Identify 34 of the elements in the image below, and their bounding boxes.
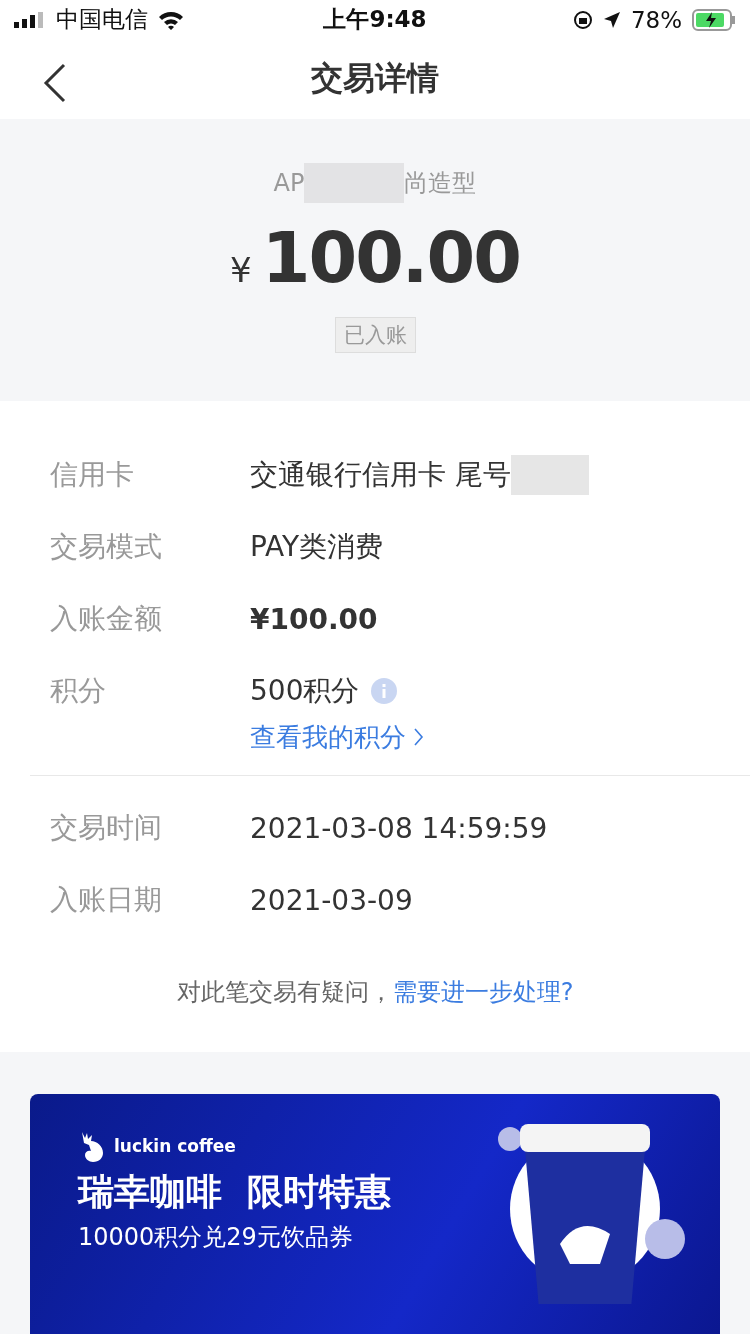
promo-banner[interactable]: luckin coffee 瑞幸咖啡 限时特惠 10000积分兑29元饮品券 [30, 1094, 720, 1334]
amount: 100.00 [261, 217, 520, 299]
battery-icon [692, 8, 736, 31]
detail-value: PAY类消费 [250, 529, 384, 566]
points-link[interactable]: 查看我的积分 [250, 719, 424, 755]
banner-headline: 瑞幸咖啡 限时特惠 [78, 1170, 393, 1214]
detail-label: 信用卡 [50, 457, 135, 494]
detail-value: 2021-03-08 14:59:59 [250, 811, 548, 845]
detail-value: 交通银行信用卡 尾号 [250, 457, 511, 494]
chevron-right-icon [414, 728, 424, 747]
detail-value: 2021-03-09 [250, 883, 413, 917]
rotation-lock-icon [572, 9, 593, 30]
page-title: 交易详情 [311, 58, 439, 100]
detail-label: 入账金额 [50, 601, 163, 638]
currency-symbol: ¥ [230, 250, 252, 290]
location-icon [602, 10, 621, 29]
carrier-name: 中国电信 [56, 5, 148, 34]
clock: 上午9:48 [323, 5, 427, 34]
detail-label: 入账日期 [50, 882, 163, 918]
signal-icon [14, 11, 46, 28]
merchant-name: 尚造型 [404, 168, 477, 199]
merchant-name: AP [273, 169, 305, 197]
status-tag: 已入账 [334, 317, 416, 353]
banner-offer: 10000积分兑29元饮品券 [78, 1222, 354, 1253]
brand-name: luckin coffee [114, 1136, 236, 1156]
battery-percent: 78% [630, 6, 682, 33]
detail-value: 500积分 [250, 673, 360, 710]
detail-label: 交易时间 [50, 810, 163, 846]
detail-label: 积分 [50, 673, 107, 710]
detail-value: ¥100.00 [250, 602, 378, 636]
wifi-icon [158, 9, 184, 30]
detail-label: 交易模式 [50, 529, 163, 566]
question-text: 对此笔交易有疑问， [176, 978, 393, 1006]
help-link[interactable]: 需要进一步处理? [392, 976, 574, 1008]
